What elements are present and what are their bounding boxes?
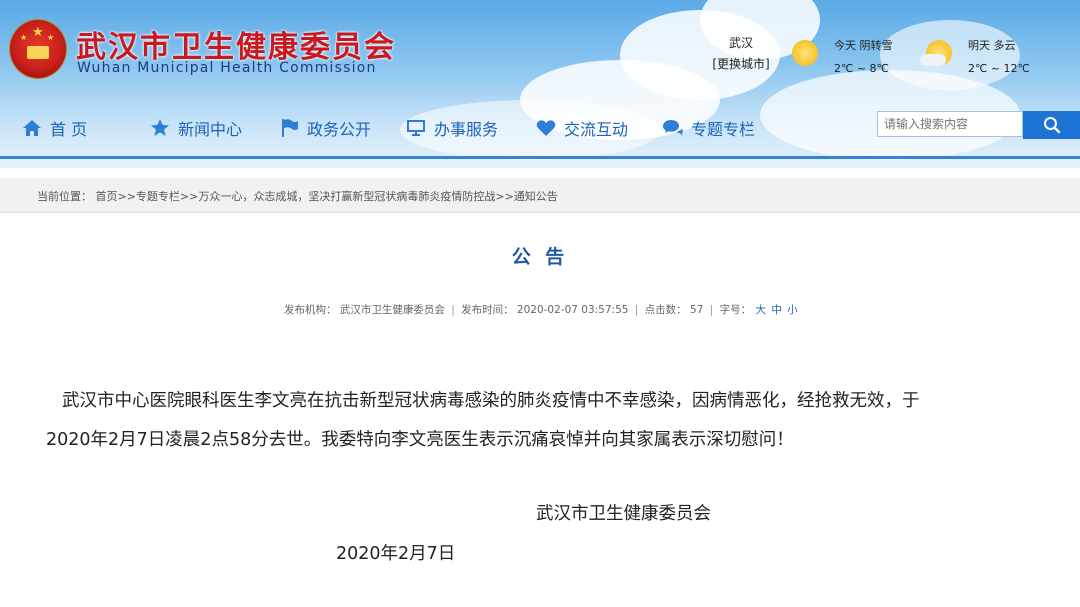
nav-item-interaction[interactable]: 交流互动 [536,116,628,140]
nav-divider [0,156,1080,159]
clicks-label: 点击数： [644,304,687,316]
sun-snow-icon [792,40,818,66]
city-name: 武汉 [728,36,753,50]
heart-icon [536,120,556,136]
search-button[interactable] [1023,111,1080,139]
weather-tomorrow-temp: 2℃ ~ 12℃ [968,62,1030,75]
sun-cloud-icon [920,40,952,66]
signature-org: 武汉市卫生健康委员会 [536,504,711,524]
nav-item-label: 首 页 [50,120,88,139]
nav-item-gov-affairs[interactable]: 政务公开 [279,116,371,140]
fontsize-label: 字号： [719,304,752,316]
org-label: 发布机构： [284,304,337,316]
publish-time: 2020-02-07 03:57:55 [516,304,629,316]
home-icon [23,120,41,136]
weather-city: 武汉 [更换城市] [712,34,770,72]
search-input[interactable] [877,111,1023,137]
click-count: 57 [690,304,704,316]
chat-icon [663,120,683,136]
nav-item-topics[interactable]: 专题专栏 [663,116,755,140]
font-size-medium-link[interactable]: 中 [771,304,782,316]
nav-item-label: 新闻中心 [178,120,243,139]
monitor-icon [407,120,425,136]
weather-today-label: 今天 阴转雪 [834,39,893,52]
weather-tomorrow-label: 明天 多云 [968,39,1016,52]
breadcrumb[interactable]: 当前位置： 首页>>专题专栏>>万众一心，众志成城，坚决打赢新型冠状病毒肺炎疫情… [37,188,558,204]
nav-item-news[interactable]: 新闻中心 [150,116,242,140]
weather-today-temp: 2℃ ~ 8℃ [834,62,889,75]
breadcrumb-bar: 当前位置： 首页>>专题专栏>>万众一心，众志成城，坚决打赢新型冠状病毒肺炎疫情… [0,178,1080,213]
nav-item-home[interactable]: 首 页 [22,116,87,140]
publisher: 武汉市卫生健康委员会 [339,304,445,316]
article-body-line: 2020年2月7日凌晨2点58分去世。我委特向李文亮医生表示沉痛哀悼并向其家属表… [46,430,794,450]
article-meta: 发布机构： 武汉市卫生健康委员会 | 发布时间： 2020-02-07 03:5… [284,304,798,316]
nav-item-label: 交流互动 [564,120,629,139]
star-icon [151,119,169,136]
change-city-link[interactable]: [更换城市] [712,55,770,72]
flag-icon [282,119,298,137]
nav-item-label: 政务公开 [307,120,372,139]
article-body-line: 武汉市中心医院眼科医生李文亮在抗击新型冠状病毒感染的肺炎疫情中不幸感染，因病情恶… [62,391,920,411]
search-icon [1043,117,1060,134]
font-size-large-link[interactable]: 大 [755,304,766,316]
national-emblem-icon[interactable]: ★ ★ ★ [10,20,66,78]
font-size-small-link[interactable]: 小 [787,304,798,316]
nav-item-label: 专题专栏 [691,120,756,139]
site-subtitle: Wuhan Municipal Health Commission [77,60,377,76]
nav-item-services[interactable]: 办事服务 [406,116,498,140]
signature-date: 2020年2月7日 [336,544,456,564]
time-label: 发布时间： [461,304,514,316]
nav-item-label: 办事服务 [434,120,499,139]
article-title: 公 告 [511,246,569,268]
article-body: 武汉市中心医院眼科医生李文亮在抗击新型冠状病毒感染的肺炎疫情中不幸感染，因病情恶… [46,382,1018,460]
